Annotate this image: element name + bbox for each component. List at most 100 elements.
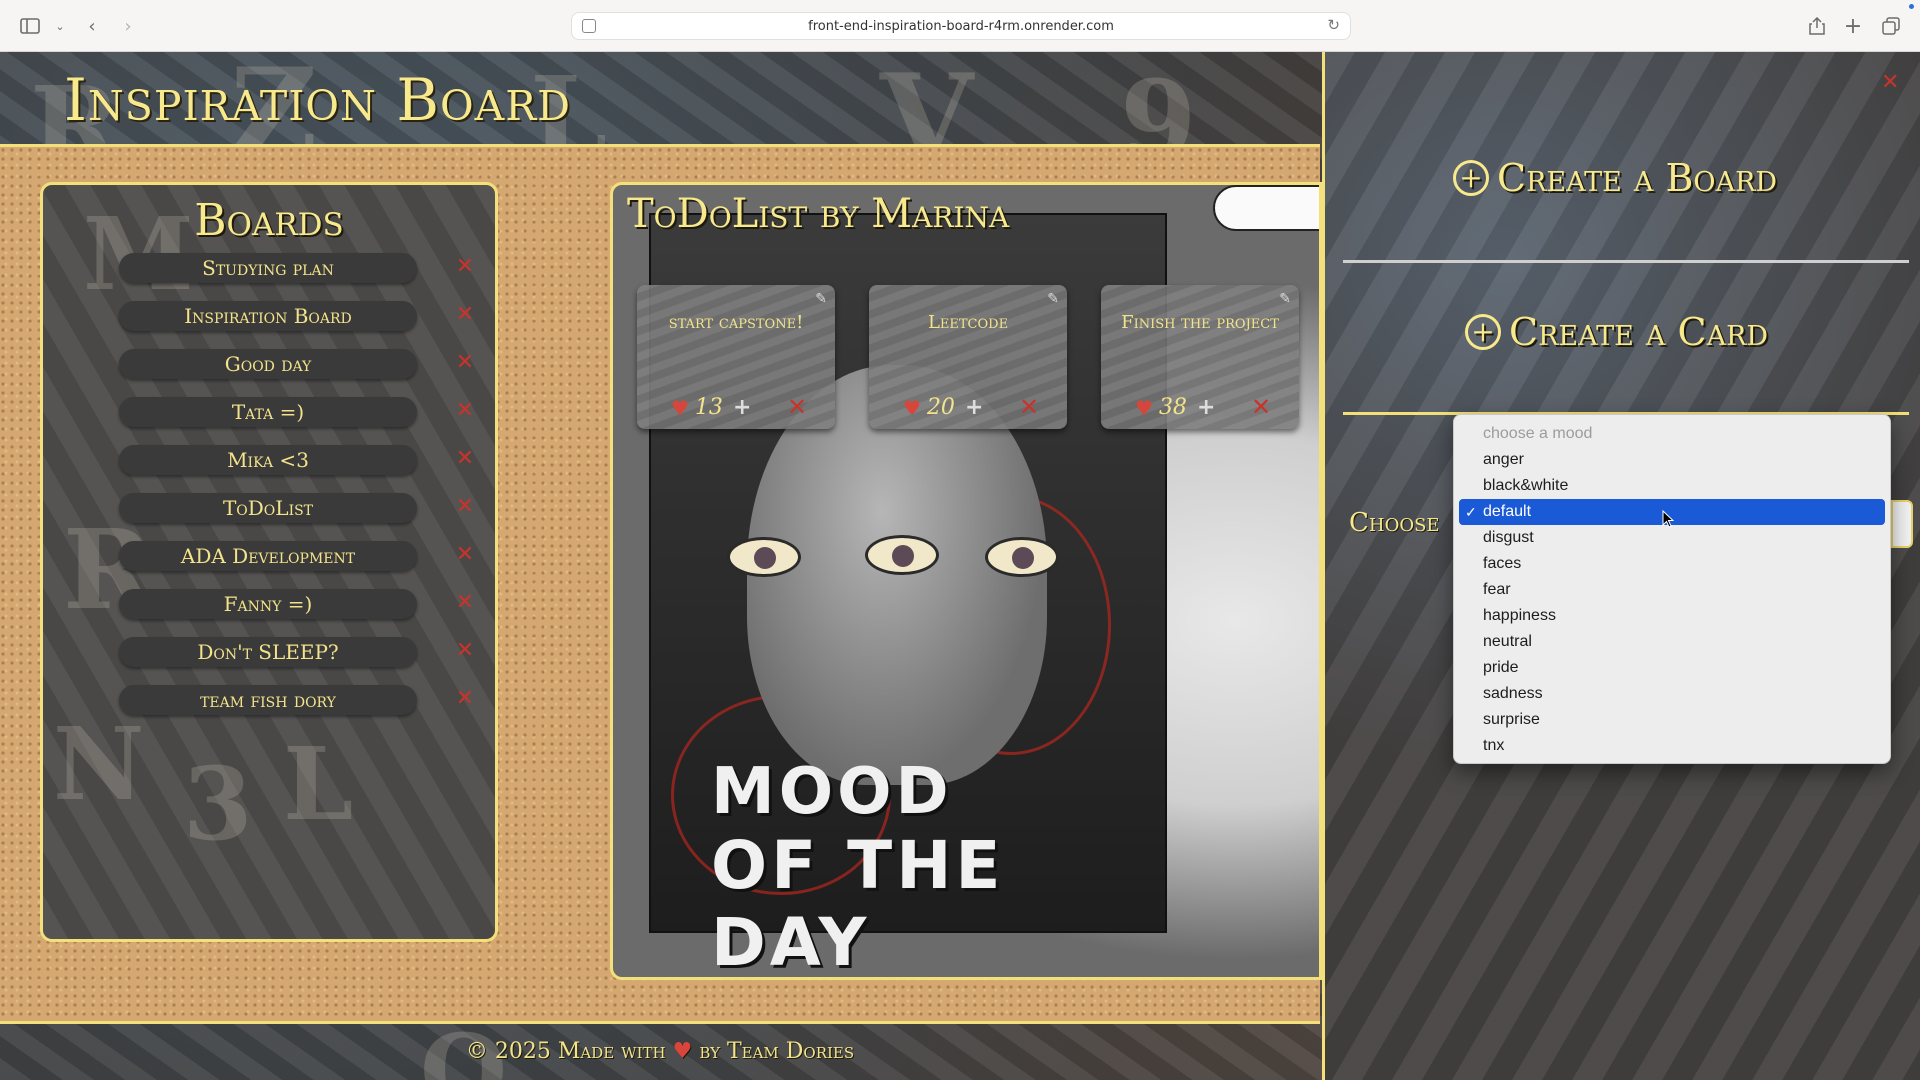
board-list-item: Mika <3 ✕ [119,445,479,477]
heart-icon: ♥ [1135,395,1153,420]
create-board-label: Create a Board [1497,156,1778,200]
choose-mood-label: Choose [1349,508,1440,538]
reload-icon[interactable]: ↻ [1327,16,1340,34]
create-card-toggle[interactable]: + Create a Card [1465,310,1768,354]
like-count: 38 [1158,395,1187,420]
tab-overview-icon[interactable] [1877,13,1905,39]
delete-board-icon[interactable]: ✕ [453,399,477,423]
share-icon[interactable] [1803,13,1831,39]
close-panel-icon[interactable]: ✕ [1881,70,1899,95]
board-list-item: team fish dory ✕ [119,685,479,717]
like-count: 20 [926,395,955,420]
decorative-cloud [1213,185,1319,231]
mood-option[interactable]: sadness [1459,681,1885,707]
create-board-toggle[interactable]: + Create a Board [1453,156,1777,200]
card: ✎ Leetcode ♥ 20 + ✕ [869,285,1067,429]
mood-option[interactable]: happiness [1459,603,1885,629]
back-icon[interactable]: ‹ [78,13,106,39]
mood-option[interactable]: anger [1459,447,1885,473]
pencil-icon[interactable]: ✎ [1047,291,1059,307]
board-title: ToDoList by Marina [627,191,1010,237]
footer-prefix: © 2025 Made with [465,1039,666,1064]
new-tab-icon[interactable]: + [1839,13,1867,39]
board-list-item: ADA Development ✕ [119,541,479,573]
board-list-item: Tata =) ✕ [119,397,479,429]
delete-card-icon[interactable]: ✕ [1019,393,1039,421]
board-select-button[interactable]: Tata =) [119,397,417,427]
board-list-item: ToDoList ✕ [119,493,479,525]
mood-option-placeholder: choose a mood [1483,425,1593,442]
page-title: Inspiration Board [64,66,571,134]
board-select-button[interactable]: Good day [119,349,417,379]
footer-suffix: by Team Dories [699,1039,855,1064]
mouse-cursor-icon [1662,510,1674,528]
card-message: Leetcode [927,312,1009,333]
delete-card-icon[interactable]: ✕ [1251,393,1271,421]
delete-board-icon[interactable]: ✕ [453,447,477,471]
boards-panel: M R N 3 L Boards Studying plan ✕ Inspira… [40,182,498,942]
delete-board-icon[interactable]: ✕ [453,639,477,663]
mood-option[interactable]: surprise [1459,707,1885,733]
chevron-down-icon[interactable]: ⌄ [46,13,74,39]
board-select-button[interactable]: Mika <3 [119,445,417,475]
poster-eye [985,537,1059,577]
mood-option[interactable]: pride [1459,655,1885,681]
delete-board-icon[interactable]: ✕ [453,351,477,375]
mood-option-label: default [1483,503,1532,520]
checkmark-icon: ✓ [1465,504,1477,520]
delete-board-icon[interactable]: ✕ [453,495,477,519]
delete-board-icon[interactable]: ✕ [453,543,477,567]
address-bar[interactable]: front-end-inspiration-board-r4rm.onrende… [571,12,1351,40]
delete-board-icon[interactable]: ✕ [453,591,477,615]
mood-option[interactable]: tnx [1459,733,1885,759]
board-select-button[interactable]: ToDoList [119,493,417,523]
card: ✎ Finish the project ♥ 38 + ✕ [1101,285,1299,429]
poster-eye [727,537,801,577]
delete-board-icon[interactable]: ✕ [453,255,477,279]
board-select-button[interactable]: Inspiration Board [119,301,417,331]
board-list-item: Fanny =) ✕ [119,589,479,621]
add-like-button[interactable]: + [1197,395,1215,420]
mood-dropdown-menu: choose a mood anger black&white ✓ default… [1453,414,1891,764]
heart-icon: ♥ [671,395,689,420]
card-message: start capstone! [668,312,804,333]
forward-icon[interactable]: › [114,13,142,39]
delete-board-icon[interactable]: ✕ [453,303,477,327]
mood-option[interactable]: black&white [1459,473,1885,499]
add-like-button[interactable]: + [733,395,751,420]
add-like-button[interactable]: + [965,395,983,420]
selected-board: MOOD OF THE DAY ToDoList by Marina ✎ sta… [610,182,1322,980]
mood-option[interactable]: faces [1459,551,1885,577]
mood-option[interactable]: disgust [1459,525,1885,551]
sidebar-toggle-icon[interactable] [16,13,44,39]
notification-dot [1909,4,1914,9]
board-select-button[interactable]: team fish dory [119,685,417,715]
card-message: Finish the project [1121,312,1279,333]
mood-option[interactable]: neutral [1459,629,1885,655]
plus-circle-icon: + [1453,160,1489,196]
delete-card-icon[interactable]: ✕ [787,393,807,421]
pencil-icon[interactable]: ✎ [1279,291,1291,307]
url-text: front-end-inspiration-board-r4rm.onrende… [808,18,1114,34]
board-list-item: Studying plan ✕ [119,253,479,285]
board-select-button[interactable]: ADA Development [119,541,417,571]
plus-circle-icon: + [1465,314,1501,350]
board-list-item: Inspiration Board ✕ [119,301,479,333]
divider [1343,260,1909,263]
like-count: 13 [694,395,723,420]
site-header: Inspiration Board [0,52,1320,144]
poster-text-of-the-day: OF THE DAY [711,827,1005,980]
mood-select[interactable] [1891,500,1913,548]
delete-board-icon[interactable]: ✕ [453,687,477,711]
heart-icon: ♥ [672,1039,693,1064]
poster-text-mood: MOOD [711,755,953,829]
board-list-item: Good day ✕ [119,349,479,381]
site-footer: © 2025 Made with ♥ by Team Dories [0,1026,1320,1080]
board-select-button[interactable]: Fanny =) [119,589,417,619]
board-select-button[interactable]: Don't SLEEP? [119,637,417,667]
pencil-icon[interactable]: ✎ [815,291,827,307]
site-settings-icon[interactable] [582,19,596,33]
board-select-button[interactable]: Studying plan [119,253,417,283]
mood-option[interactable]: fear [1459,577,1885,603]
board-list-item: Don't SLEEP? ✕ [119,637,479,669]
